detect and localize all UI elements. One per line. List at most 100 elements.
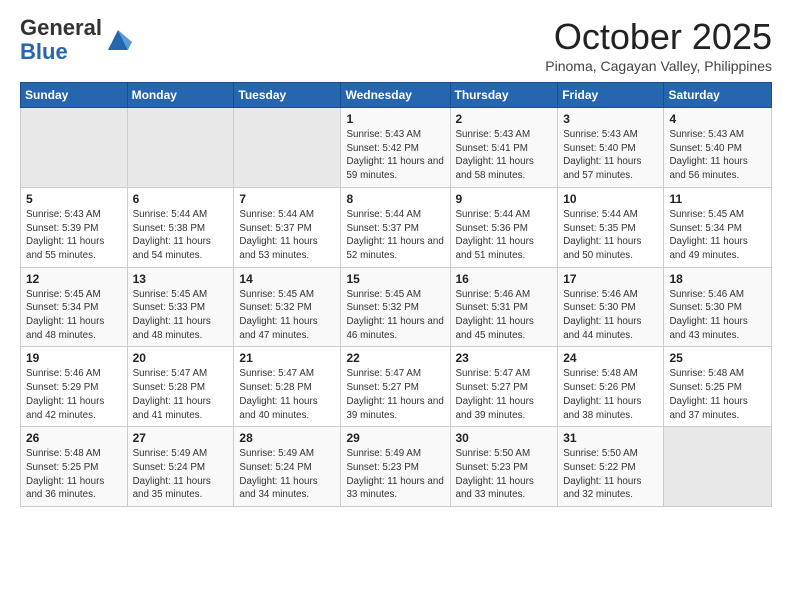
calendar-cell [21,108,128,188]
calendar-cell: 18 Sunrise: 5:46 AM Sunset: 5:30 PM Dayli… [664,267,772,347]
calendar-header-row: SundayMondayTuesdayWednesdayThursdayFrid… [21,83,772,108]
calendar-week-3: 19 Sunrise: 5:46 AM Sunset: 5:29 PM Dayli… [21,347,772,427]
calendar-cell: 10Sunrise: 5:44 AM Sunset: 5:35 PM Dayli… [558,187,664,267]
calendar-cell: 3 Sunrise: 5:43 AM Sunset: 5:40 PM Daylig… [558,108,664,188]
day-detail: Sunrise: 5:50 AM Sunset: 5:23 PM Dayligh… [456,447,553,502]
calendar-cell [234,108,341,188]
calendar-cell: 23 Sunrise: 5:47 AM Sunset: 5:27 PM Dayli… [450,347,558,427]
day-number: 5 [26,192,122,206]
day-number: 1 [346,112,444,126]
logo-icon [104,26,132,54]
calendar-cell: 14 Sunrise: 5:45 AM Sunset: 5:32 PM Dayli… [234,267,341,347]
day-detail: Sunrise: 5:46 AM Sunset: 5:30 PM Dayligh… [669,288,766,343]
day-detail: Sunrise: 5:45 AM Sunset: 5:34 PM Dayligh… [669,208,766,263]
day-detail: Sunrise: 5:44 AM Sunset: 5:37 PM Dayligh… [239,208,335,263]
day-detail: Sunrise: 5:46 AM Sunset: 5:31 PM Dayligh… [456,288,553,343]
day-number: 26 [26,431,122,445]
day-detail: Sunrise: 5:43 AM Sunset: 5:42 PM Dayligh… [346,128,444,183]
calendar-cell: 8Sunrise: 5:44 AM Sunset: 5:37 PM Daylig… [341,187,450,267]
day-number: 11 [669,192,766,206]
calendar-cell: 13Sunrise: 5:45 AM Sunset: 5:33 PM Dayli… [127,267,234,347]
day-number: 28 [239,431,335,445]
calendar-cell: 31Sunrise: 5:50 AM Sunset: 5:22 PM Dayli… [558,427,664,507]
day-detail: Sunrise: 5:45 AM Sunset: 5:34 PM Dayligh… [26,288,122,343]
calendar-header-saturday: Saturday [664,83,772,108]
calendar-cell [664,427,772,507]
month-title: October 2025 [545,16,772,58]
calendar-cell: 28 Sunrise: 5:49 AM Sunset: 5:24 PM Dayli… [234,427,341,507]
calendar-week-4: 26Sunrise: 5:48 AM Sunset: 5:25 PM Dayli… [21,427,772,507]
day-number: 25 [669,351,766,365]
day-number: 4 [669,112,766,126]
day-detail: Sunrise: 5:47 AM Sunset: 5:28 PM Dayligh… [133,367,229,422]
day-detail: Sunrise: 5:45 AM Sunset: 5:32 PM Dayligh… [239,288,335,343]
logo-text: General Blue [20,16,132,64]
day-number: 14 [239,272,335,286]
day-detail: Sunrise: 5:48 AM Sunset: 5:26 PM Dayligh… [563,367,658,422]
day-number: 30 [456,431,553,445]
calendar-cell: 12Sunrise: 5:45 AM Sunset: 5:34 PM Dayli… [21,267,128,347]
day-number: 22 [346,351,444,365]
calendar-cell: 4Sunrise: 5:43 AM Sunset: 5:40 PM Daylig… [664,108,772,188]
header: General Blue October 2025 Pinoma, Cagaya… [20,16,772,74]
calendar-cell: 24 Sunrise: 5:48 AM Sunset: 5:26 PM Dayli… [558,347,664,427]
logo: General Blue [20,16,132,64]
day-number: 13 [133,272,229,286]
calendar-cell: 11 Sunrise: 5:45 AM Sunset: 5:34 PM Dayli… [664,187,772,267]
logo-general: General [20,15,102,40]
day-detail: Sunrise: 5:49 AM Sunset: 5:24 PM Dayligh… [239,447,335,502]
calendar-cell: 19 Sunrise: 5:46 AM Sunset: 5:29 PM Dayli… [21,347,128,427]
day-number: 24 [563,351,658,365]
day-number: 23 [456,351,553,365]
calendar-header-sunday: Sunday [21,83,128,108]
calendar-cell: 16 Sunrise: 5:46 AM Sunset: 5:31 PM Dayli… [450,267,558,347]
day-number: 29 [346,431,444,445]
day-number: 2 [456,112,553,126]
calendar-cell [127,108,234,188]
calendar-cell: 17Sunrise: 5:46 AM Sunset: 5:30 PM Dayli… [558,267,664,347]
day-detail: Sunrise: 5:46 AM Sunset: 5:30 PM Dayligh… [563,288,658,343]
day-number: 7 [239,192,335,206]
calendar-cell: 20 Sunrise: 5:47 AM Sunset: 5:28 PM Dayli… [127,347,234,427]
calendar-header-friday: Friday [558,83,664,108]
calendar-header-thursday: Thursday [450,83,558,108]
day-number: 16 [456,272,553,286]
calendar-cell: 26Sunrise: 5:48 AM Sunset: 5:25 PM Dayli… [21,427,128,507]
day-detail: Sunrise: 5:47 AM Sunset: 5:27 PM Dayligh… [456,367,553,422]
day-detail: Sunrise: 5:44 AM Sunset: 5:35 PM Dayligh… [563,208,658,263]
calendar-cell: 29 Sunrise: 5:49 AM Sunset: 5:23 PM Dayli… [341,427,450,507]
calendar-header-monday: Monday [127,83,234,108]
day-number: 6 [133,192,229,206]
day-detail: Sunrise: 5:46 AM Sunset: 5:29 PM Dayligh… [26,367,122,422]
day-detail: Sunrise: 5:47 AM Sunset: 5:28 PM Dayligh… [239,367,335,422]
day-detail: Sunrise: 5:48 AM Sunset: 5:25 PM Dayligh… [669,367,766,422]
calendar-cell: 9Sunrise: 5:44 AM Sunset: 5:36 PM Daylig… [450,187,558,267]
calendar-table: SundayMondayTuesdayWednesdayThursdayFrid… [20,82,772,507]
day-number: 15 [346,272,444,286]
page-container: General Blue October 2025 Pinoma, Cagaya… [0,0,792,517]
calendar-cell: 27Sunrise: 5:49 AM Sunset: 5:24 PM Dayli… [127,427,234,507]
day-number: 18 [669,272,766,286]
day-detail: Sunrise: 5:43 AM Sunset: 5:39 PM Dayligh… [26,208,122,263]
day-number: 20 [133,351,229,365]
calendar-cell: 15 Sunrise: 5:45 AM Sunset: 5:32 PM Dayli… [341,267,450,347]
day-detail: Sunrise: 5:47 AM Sunset: 5:27 PM Dayligh… [346,367,444,422]
day-detail: Sunrise: 5:49 AM Sunset: 5:23 PM Dayligh… [346,447,444,502]
day-detail: Sunrise: 5:45 AM Sunset: 5:32 PM Dayligh… [346,288,444,343]
day-detail: Sunrise: 5:50 AM Sunset: 5:22 PM Dayligh… [563,447,658,502]
day-number: 9 [456,192,553,206]
calendar-week-0: 1 Sunrise: 5:43 AM Sunset: 5:42 PM Daylig… [21,108,772,188]
calendar-week-2: 12Sunrise: 5:45 AM Sunset: 5:34 PM Dayli… [21,267,772,347]
calendar-cell: 7 Sunrise: 5:44 AM Sunset: 5:37 PM Daylig… [234,187,341,267]
calendar-cell: 25 Sunrise: 5:48 AM Sunset: 5:25 PM Dayli… [664,347,772,427]
calendar-week-1: 5 Sunrise: 5:43 AM Sunset: 5:39 PM Daylig… [21,187,772,267]
logo-blue: Blue [20,39,68,64]
day-number: 8 [346,192,444,206]
day-number: 3 [563,112,658,126]
day-number: 19 [26,351,122,365]
day-number: 21 [239,351,335,365]
calendar-cell: 1 Sunrise: 5:43 AM Sunset: 5:42 PM Daylig… [341,108,450,188]
calendar-cell: 30 Sunrise: 5:50 AM Sunset: 5:23 PM Dayli… [450,427,558,507]
calendar-cell: 21 Sunrise: 5:47 AM Sunset: 5:28 PM Dayli… [234,347,341,427]
day-detail: Sunrise: 5:43 AM Sunset: 5:40 PM Dayligh… [563,128,658,183]
